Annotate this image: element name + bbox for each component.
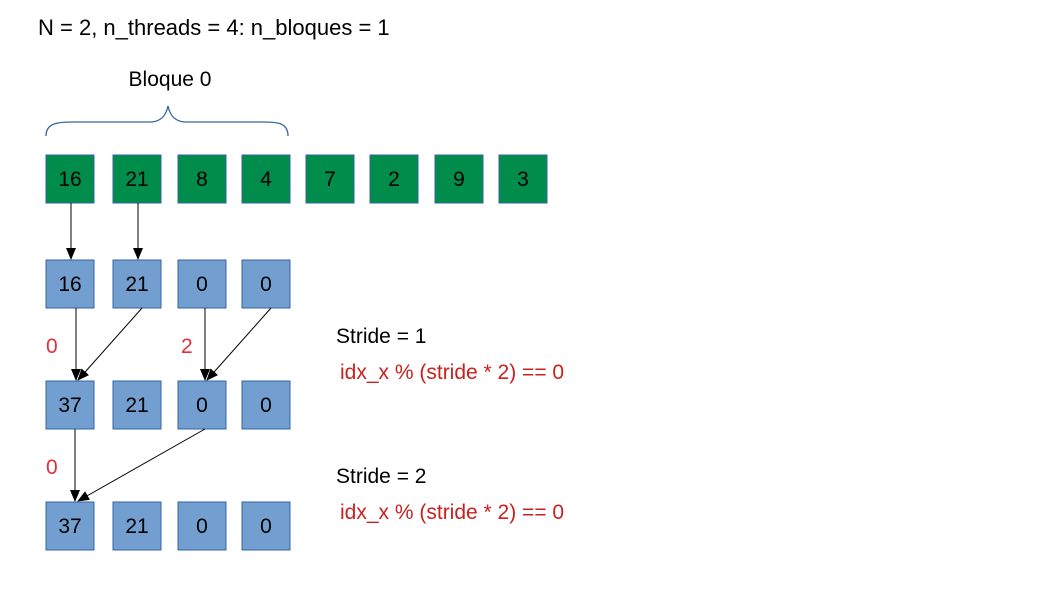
sum-arrow [206, 307, 272, 381]
input-cell-value: 8 [196, 168, 208, 191]
shared-cell: 21 [112, 380, 162, 430]
stride-2-condition: idx_x % (stride * 2) == 0 [340, 501, 564, 524]
shared-row-2: 37 21 0 0 [45, 380, 291, 430]
shared-row-3: 37 21 0 0 [45, 501, 291, 551]
shared-cell-value: 16 [58, 273, 81, 296]
reduction-diagram: N = 2, n_threads = 4: n_bloques = 1 Bloq… [38, 15, 564, 551]
input-cell: 21 [112, 154, 162, 204]
input-cell-value: 4 [260, 168, 272, 191]
shared-cell: 0 [177, 259, 227, 309]
shared-cell-value: 0 [260, 394, 272, 417]
input-cell-value: 9 [453, 168, 465, 191]
input-cell-value: 21 [125, 168, 148, 191]
input-cell-value: 7 [324, 168, 336, 191]
sum-arrow [77, 428, 206, 502]
block-label: Bloque 0 [129, 68, 212, 91]
shared-cell: 0 [241, 380, 291, 430]
shared-cell: 21 [112, 501, 162, 551]
sum-arrow [77, 307, 143, 381]
shared-cell-value: 21 [125, 515, 148, 538]
input-cell-value: 2 [388, 168, 400, 191]
shared-cell: 0 [177, 380, 227, 430]
shared-cell: 21 [112, 259, 162, 309]
shared-cell-value: 0 [196, 273, 208, 296]
input-cell: 3 [498, 154, 548, 204]
shared-row-1: 16 21 0 0 [45, 259, 291, 309]
shared-cell-value: 0 [260, 273, 272, 296]
shared-cell: 0 [241, 259, 291, 309]
thread-index-label: 2 [181, 335, 193, 358]
shared-cell: 37 [45, 380, 95, 430]
input-array: 16 21 8 4 7 2 9 3 [45, 154, 548, 204]
input-cell: 7 [305, 154, 355, 204]
shared-cell-value: 0 [196, 394, 208, 417]
arrows [66, 203, 272, 502]
shared-cell-value: 0 [260, 515, 272, 538]
shared-cell: 0 [241, 501, 291, 551]
shared-cell-value: 21 [125, 273, 148, 296]
shared-cell-value: 0 [196, 515, 208, 538]
thread-index-label: 0 [46, 335, 58, 358]
block-brace [45, 105, 289, 137]
input-cell: 8 [177, 154, 227, 204]
input-cell: 16 [45, 154, 95, 204]
shared-cell: 16 [45, 259, 95, 309]
stride-2-label: Stride = 2 [336, 465, 426, 488]
stride-1-condition: idx_x % (stride * 2) == 0 [340, 361, 564, 384]
input-cell-value: 3 [517, 168, 529, 191]
diagram-title: N = 2, n_threads = 4: n_bloques = 1 [38, 15, 390, 40]
shared-cell-value: 37 [58, 394, 81, 417]
input-cell: 2 [369, 154, 419, 204]
thread-index-label: 0 [46, 456, 58, 479]
shared-cell: 37 [45, 501, 95, 551]
input-cell-value: 16 [58, 168, 81, 191]
shared-cell-value: 21 [125, 394, 148, 417]
input-cell: 4 [241, 154, 291, 204]
stride-1-label: Stride = 1 [336, 325, 426, 348]
input-cell: 9 [434, 154, 484, 204]
shared-cell: 0 [177, 501, 227, 551]
shared-cell-value: 37 [58, 515, 81, 538]
